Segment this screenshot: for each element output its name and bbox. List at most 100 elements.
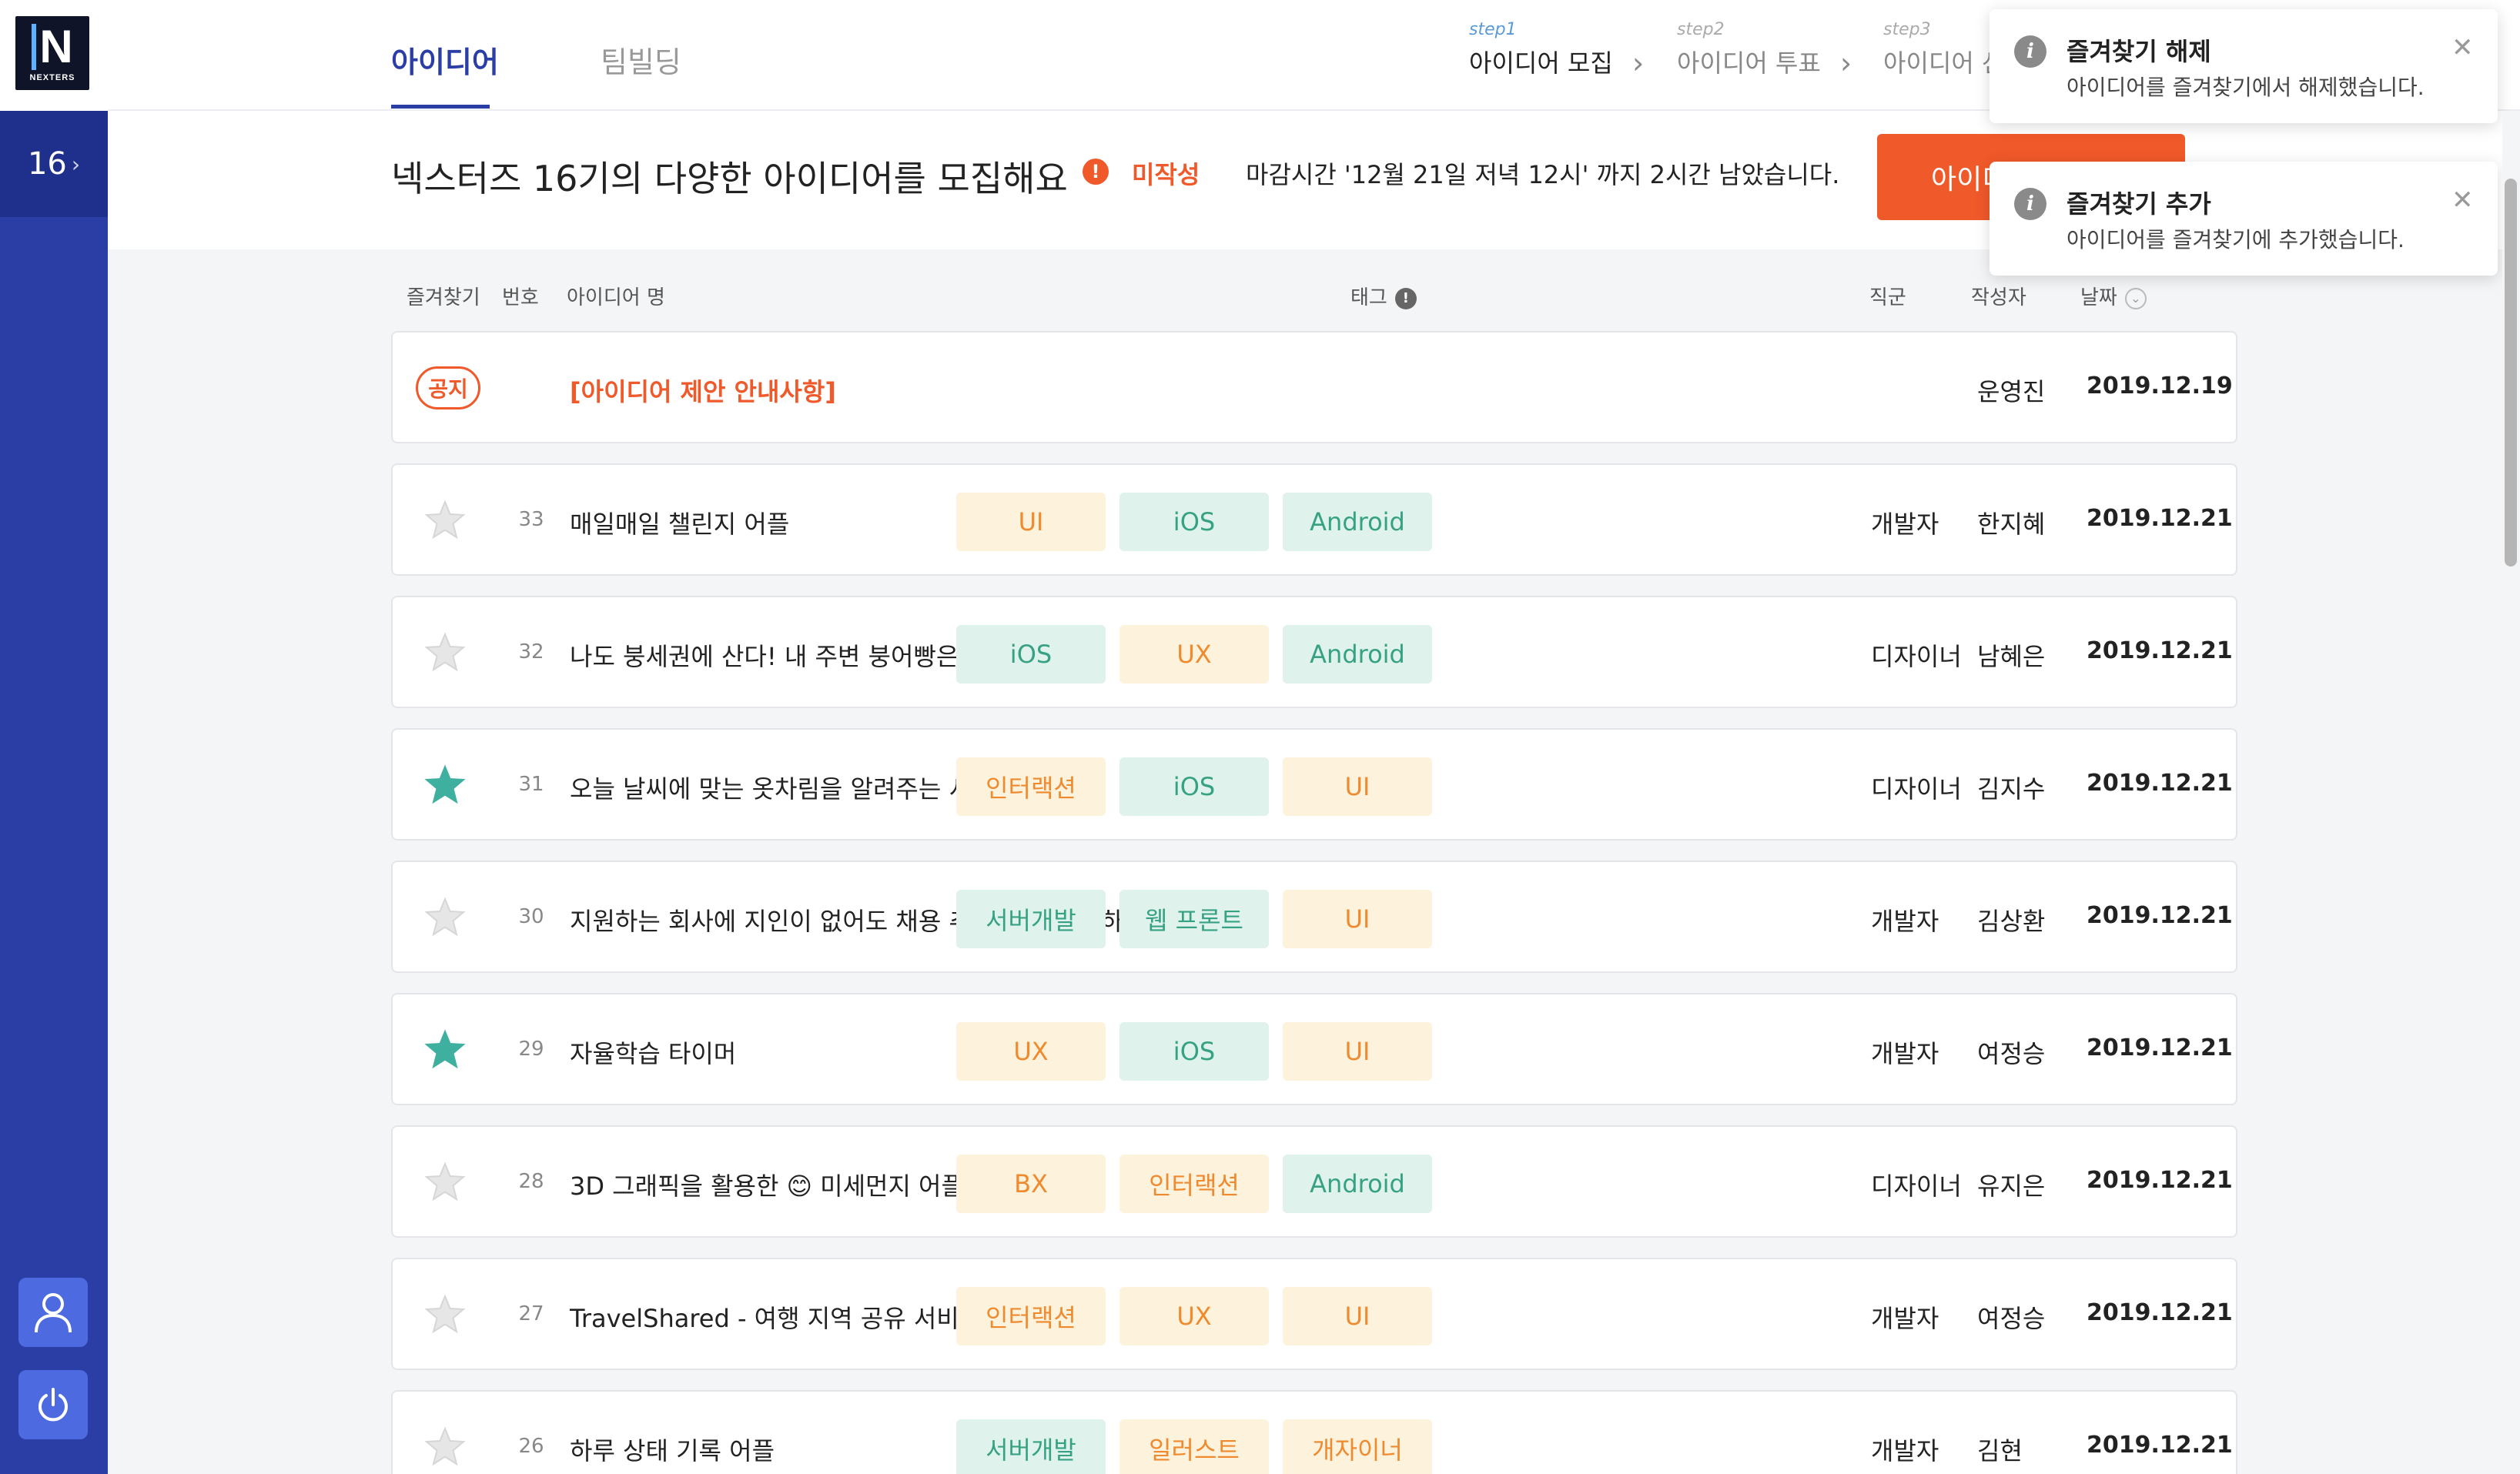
table-row[interactable]: 26 하루 상태 기록 어플 서버개발 일러스트 개자이너 개발자 김현 2019.12.21 bbox=[391, 1390, 2237, 1474]
step-3[interactable]: step3 아이디어 선 bbox=[1883, 20, 2004, 79]
scrollbar-thumb[interactable] bbox=[2505, 179, 2517, 567]
idea-title[interactable]: 오늘 날씨에 맞는 옷차림을 알려주는 서비스 bbox=[570, 770, 1017, 805]
idea-title[interactable]: 하루 상태 기록 어플 bbox=[570, 1432, 775, 1467]
table-row[interactable]: 27 TravelShared - 여행 지역 공유 서비스 인터랙션 UX UI 개발자… bbox=[391, 1258, 2237, 1370]
tag-chip: Android bbox=[1283, 493, 1432, 551]
tag-chip: 개자이너 bbox=[1283, 1419, 1432, 1474]
tag-chip: iOS bbox=[956, 625, 1106, 684]
column-role: 직군 bbox=[1869, 286, 1906, 309]
tag-chip: 서버개발 bbox=[956, 1419, 1106, 1474]
row-author: 유지은 bbox=[1977, 1172, 2046, 1201]
table-row[interactable]: 29 자율학습 타이머 UX iOS UI 개발자 여정승 2019.12.21 bbox=[391, 993, 2237, 1105]
idea-title[interactable]: TravelShared - 여행 지역 공유 서비스 bbox=[570, 1299, 982, 1335]
logo[interactable]: N NEXTERS bbox=[15, 16, 89, 90]
row-number: 27 bbox=[518, 1302, 544, 1325]
tag-chip: 인터랙션 bbox=[1119, 1155, 1269, 1213]
tag-chip: 서버개발 bbox=[956, 890, 1106, 948]
alert-icon: ! bbox=[1083, 159, 1109, 185]
row-date: 2019.12.21 bbox=[2087, 1432, 2233, 1459]
row-number: 28 bbox=[518, 1170, 544, 1193]
sort-chevron-down-icon[interactable]: ⌄ bbox=[2124, 288, 2147, 309]
logout-button[interactable] bbox=[18, 1370, 88, 1439]
column-author: 작성자 bbox=[1971, 286, 2026, 309]
toast-title: 즐겨찾기 추가 bbox=[2067, 189, 2211, 219]
row-role: 개발자 bbox=[1871, 1436, 1939, 1466]
column-idea-name: 아이디어 명 bbox=[567, 286, 665, 309]
favorite-star-icon[interactable] bbox=[423, 1028, 467, 1071]
toast-favorite-added: i 즐겨찾기 추가 아이디어를 즐겨찾기에 추가했습니다. ✕ bbox=[1990, 162, 2498, 276]
table-row[interactable]: 28 3D 그래픽을 활용한 😊 미세먼지 어플리케이션. BX 인터랙션 Androi… bbox=[391, 1125, 2237, 1238]
profile-button[interactable] bbox=[18, 1278, 88, 1347]
row-number: 31 bbox=[518, 773, 544, 796]
notice-title[interactable]: [아이디어 제안 안내사항] bbox=[570, 373, 836, 408]
favorite-star-icon[interactable] bbox=[423, 631, 467, 674]
row-author: 김상환 bbox=[1977, 907, 2046, 936]
row-date: 2019.12.21 bbox=[2087, 505, 2233, 532]
idea-title[interactable]: 매일매일 챌린지 어플 bbox=[570, 505, 789, 540]
table-row[interactable]: 33 매일매일 챌린지 어플 UI iOS Android 개발자 한지혜 2019.12.2… bbox=[391, 463, 2237, 576]
generation-number: 16 bbox=[27, 146, 67, 182]
tab-team-building[interactable]: 팀빌딩 bbox=[601, 38, 681, 81]
tag-chip: 일러스트 bbox=[1119, 1419, 1269, 1474]
table-row[interactable]: 31 오늘 날씨에 맞는 옷차림을 알려주는 서비스 인터랙션 iOS UI 디자이너 김지… bbox=[391, 728, 2237, 841]
row-role: 개발자 bbox=[1871, 1039, 1939, 1068]
row-number: 29 bbox=[518, 1038, 544, 1061]
tag-chip: UX bbox=[1119, 625, 1269, 684]
favorite-star-icon[interactable] bbox=[423, 499, 467, 542]
step-2-number: step2 bbox=[1677, 20, 1725, 39]
toast-favorite-removed: i 즐겨찾기 해제 아이디어를 즐겨찾기에서 해제했습니다. ✕ bbox=[1990, 9, 2498, 123]
toast-message: 아이디어를 즐겨찾기에서 해제했습니다. bbox=[2067, 75, 2425, 100]
column-favorite: 즐겨찾기 bbox=[407, 286, 480, 309]
tag-chip: BX bbox=[956, 1155, 1106, 1213]
generation-selector[interactable]: 16 › bbox=[0, 111, 108, 217]
row-number: 33 bbox=[518, 508, 544, 531]
row-role: 디자이너 bbox=[1871, 774, 1962, 804]
info-icon[interactable]: ! bbox=[1394, 288, 1417, 309]
toast-title: 즐겨찾기 해제 bbox=[2067, 37, 2211, 66]
column-date-label: 날짜 bbox=[2080, 286, 2117, 309]
page-title: 넥스터즈 16기의 다양한 아이디어를 모집해요 bbox=[391, 158, 1068, 199]
column-date[interactable]: 날짜 ⌄ bbox=[2080, 282, 2147, 310]
tab-idea[interactable]: 아이디어 bbox=[391, 38, 499, 81]
row-date: 2019.12.21 bbox=[2087, 1167, 2233, 1194]
notice-row[interactable]: 공지 [아이디어 제안 안내사항] 운영진 2019.12.19 bbox=[391, 331, 2237, 443]
step-2[interactable]: step2 아이디어 투표 bbox=[1677, 20, 1821, 79]
chevron-right-icon: › bbox=[71, 151, 81, 177]
favorite-star-icon[interactable] bbox=[423, 896, 467, 939]
table-row[interactable]: 32 나도 붕세권에 산다! 내 주변 붕어빵은 어디에? iOS UX Android… bbox=[391, 596, 2237, 708]
tag-chip: UI bbox=[1283, 890, 1432, 948]
favorite-star-icon[interactable] bbox=[423, 1426, 467, 1469]
column-tag: 태그! bbox=[1350, 282, 1417, 310]
row-number: 26 bbox=[518, 1435, 544, 1458]
row-date: 2019.12.21 bbox=[2087, 1034, 2233, 1061]
close-icon[interactable]: ✕ bbox=[2451, 32, 2474, 63]
row-date: 2019.12.21 bbox=[2087, 770, 2233, 797]
notice-author: 운영진 bbox=[1977, 377, 2046, 406]
tag-chip: Android bbox=[1283, 625, 1432, 684]
favorite-star-icon[interactable] bbox=[423, 764, 467, 807]
tag-chip: iOS bbox=[1119, 1022, 1269, 1081]
close-icon[interactable]: ✕ bbox=[2451, 185, 2474, 216]
tag-chip: UI bbox=[956, 493, 1106, 551]
tag-chip: iOS bbox=[1119, 493, 1269, 551]
row-role: 디자이너 bbox=[1871, 642, 1962, 671]
favorite-star-icon[interactable] bbox=[423, 1161, 467, 1204]
favorite-star-icon[interactable] bbox=[423, 1293, 467, 1336]
notice-date: 2019.12.19 bbox=[2087, 373, 2233, 399]
step-1[interactable]: step1 아이디어 모집 bbox=[1469, 20, 1613, 79]
row-author: 여정승 bbox=[1977, 1304, 2046, 1333]
row-role: 개발자 bbox=[1871, 1304, 1939, 1333]
sidebar: N NEXTERS 16 › bbox=[0, 0, 108, 1474]
row-number: 30 bbox=[518, 905, 544, 928]
tag-chip: 웹 프론트 bbox=[1119, 890, 1269, 948]
row-author: 한지혜 bbox=[1977, 510, 2046, 539]
logo-container: N NEXTERS bbox=[0, 0, 108, 111]
step-3-label: 아이디어 선 bbox=[1883, 48, 2005, 78]
idea-title[interactable]: 자율학습 타이머 bbox=[570, 1034, 736, 1070]
tag-chip: iOS bbox=[1119, 757, 1269, 816]
tag-chip: UI bbox=[1283, 1022, 1432, 1081]
tag-chip: Android bbox=[1283, 1155, 1432, 1213]
table-row[interactable]: 30 지원하는 회사에 지인이 없어도 채용 추천 받고 취업하고 보상받자 서버개… bbox=[391, 861, 2237, 973]
column-number: 번호 bbox=[502, 286, 539, 309]
info-icon: i bbox=[2014, 35, 2046, 68]
